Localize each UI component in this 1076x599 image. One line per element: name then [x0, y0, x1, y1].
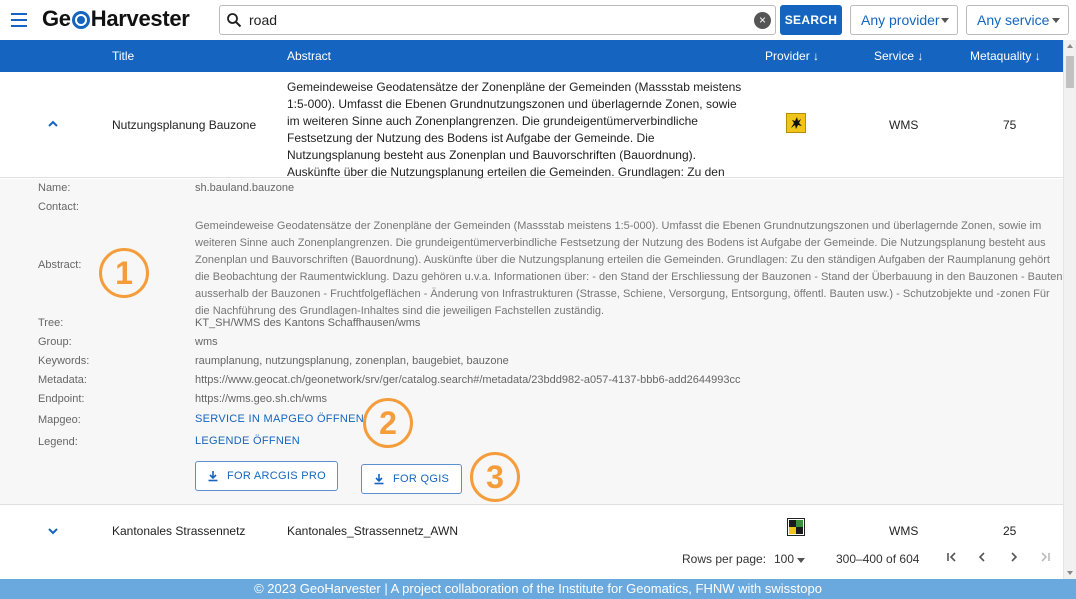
column-header-abstract[interactable]: Abstract — [287, 49, 331, 63]
table-row[interactable]: Kantonales Strassennetz Kantonales_Stras… — [0, 506, 1063, 548]
service-filter-value: Any service — [977, 12, 1050, 28]
label-mapgeo: Mapgeo: — [38, 414, 81, 426]
search-icon — [227, 13, 242, 28]
scroll-down-icon[interactable] — [1067, 571, 1073, 575]
search-button[interactable]: SEARCH — [780, 5, 842, 35]
legend-link[interactable]: LEGENDE ÖFFNEN — [195, 435, 300, 447]
mapgeo-link[interactable]: SERVICE IN MAPGEO ÖFFNEN — [195, 413, 364, 425]
globe-icon — [71, 11, 90, 29]
vertical-scrollbar[interactable] — [1063, 40, 1076, 579]
value-tree: KT_SH/WMS des Kantons Schaffhausen/wms — [195, 317, 421, 329]
label-abstract: Abstract: — [38, 259, 82, 271]
download-arcgis-button[interactable]: FOR ARCGIS PRO — [195, 461, 338, 491]
value-abstract: Gemeindeweise Geodatensätze der Zonenplä… — [195, 220, 1063, 317]
row-service: WMS — [889, 524, 919, 538]
pagination: Rows per page: 100 300–400 of 604 — [0, 548, 1063, 579]
search-input[interactable] — [249, 10, 749, 30]
value-metadata[interactable]: https://www.geocat.ch/geonetwork/srv/ger… — [195, 374, 740, 386]
first-page-icon[interactable] — [942, 549, 962, 569]
label-keywords: Keywords: — [38, 355, 90, 367]
previous-page-icon[interactable] — [972, 549, 992, 569]
label-name: Name: — [38, 182, 71, 194]
row-metaquality: 75 — [1003, 118, 1017, 132]
row-abstract: Kantonales_Strassennetz_AWN — [287, 524, 458, 538]
rows-per-page-label: Rows per page: — [682, 552, 767, 566]
table-row[interactable]: Nutzungsplanung Bauzone Gemeindeweise Ge… — [0, 72, 1063, 196]
value-name: sh.bauland.bauzone — [195, 182, 295, 194]
column-header-provider[interactable]: Provider ↓ — [765, 49, 819, 63]
top-bar: Ge Harvester × SEARCH Any provider Any se… — [0, 0, 1076, 40]
row-title: Kantonales Strassennetz — [112, 524, 246, 538]
download-icon — [208, 471, 218, 482]
value-endpoint[interactable]: https://wms.geo.sh.ch/wms — [195, 393, 327, 405]
label-group: Group: — [38, 336, 72, 348]
table-header: Title Abstract Provider ↓ Service ↓ Meta… — [0, 40, 1063, 72]
label-metadata: Metadata: — [38, 374, 87, 386]
canton-logo-icon — [787, 518, 805, 536]
detail-panel: Name: sh.bauland.bauzone Contact: Abstra… — [0, 179, 1063, 505]
logo-text-left: Ge — [42, 6, 71, 31]
menu-icon[interactable] — [8, 9, 30, 31]
row-service: WMS — [889, 118, 919, 132]
next-page-icon[interactable] — [1004, 549, 1024, 569]
label-endpoint: Endpoint: — [38, 393, 85, 405]
rows-per-page-select[interactable]: 100 — [774, 552, 794, 566]
chevron-down-icon — [941, 18, 949, 23]
value-keywords: raumplanung, nutzungsplanung, zonenplan,… — [195, 355, 509, 367]
download-qgis-button[interactable]: FOR QGIS — [361, 464, 462, 494]
row-title: Nutzungsplanung Bauzone — [112, 118, 257, 132]
column-header-metaquality[interactable]: Metaquality ↓ — [970, 49, 1041, 63]
service-filter-dropdown[interactable]: Any service — [966, 5, 1069, 35]
download-qgis-label: FOR QGIS — [393, 473, 450, 485]
search-box: × — [219, 5, 776, 35]
annotation-marker-2: 2 — [363, 398, 413, 448]
chevron-down-icon — [1052, 18, 1060, 23]
label-tree: Tree: — [38, 317, 64, 329]
last-page-icon[interactable] — [1035, 549, 1055, 569]
provider-filter-dropdown[interactable]: Any provider — [850, 5, 958, 35]
chevron-down-icon[interactable] — [46, 524, 60, 538]
schaffhausen-ram-icon — [786, 113, 806, 133]
scroll-thumb[interactable] — [1066, 56, 1074, 88]
row-metaquality: 25 — [1003, 524, 1017, 538]
pagination-range: 300–400 of 604 — [836, 552, 920, 566]
label-contact: Contact: — [38, 201, 79, 213]
logo-text-right: Harvester — [90, 6, 190, 31]
column-header-title[interactable]: Title — [112, 49, 134, 63]
label-legend: Legend: — [38, 436, 78, 448]
download-icon — [374, 474, 384, 485]
footer: © 2023 GeoHarvester | A project collabor… — [0, 579, 1076, 599]
app-logo[interactable]: Ge Harvester — [42, 6, 190, 32]
column-header-service[interactable]: Service ↓ — [874, 49, 923, 63]
provider-filter-value: Any provider — [861, 12, 940, 28]
annotation-marker-1: 1 — [99, 248, 149, 298]
clear-search-icon[interactable]: × — [754, 12, 771, 29]
scroll-up-icon[interactable] — [1067, 44, 1073, 48]
chevron-up-icon[interactable] — [46, 117, 60, 131]
annotation-marker-3: 3 — [470, 452, 520, 502]
value-group: wms — [195, 336, 218, 348]
download-arcgis-label: FOR ARCGIS PRO — [227, 470, 326, 482]
chevron-down-icon[interactable] — [797, 558, 805, 563]
